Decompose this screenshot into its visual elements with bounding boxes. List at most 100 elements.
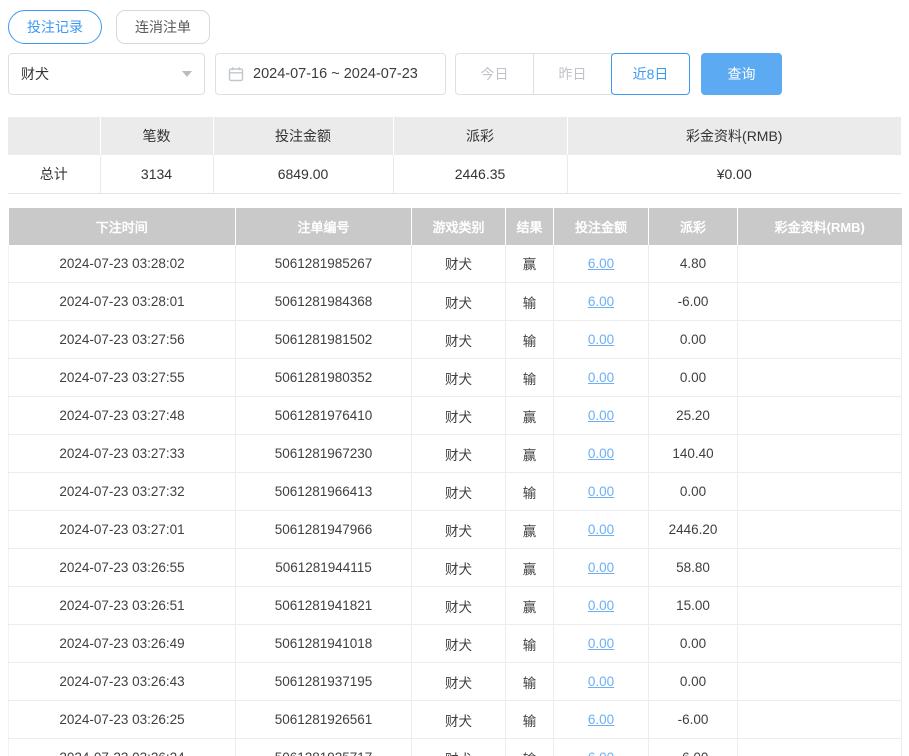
- today-button[interactable]: 今日: [455, 53, 534, 95]
- summary-total-bonus: ¥0.00: [567, 155, 901, 193]
- order-id: 5061281976410: [236, 397, 412, 435]
- table-row: 2024-07-23 03:26:55 5061281944115 财犬 赢 0…: [9, 549, 902, 587]
- records-header-bet-amount: 投注金额: [554, 208, 649, 245]
- bet-amount-link[interactable]: 6.00: [588, 712, 614, 727]
- game-type: 财犬: [412, 283, 506, 321]
- bet-amount-cell: 0.00: [554, 359, 649, 397]
- bet-amount-link[interactable]: 6.00: [588, 750, 614, 756]
- bet-amount-link[interactable]: 0.00: [588, 636, 614, 651]
- bet-amount-link[interactable]: 0.00: [588, 446, 614, 461]
- bet-amount-cell: 0.00: [554, 511, 649, 549]
- bet-amount-cell: 0.00: [554, 663, 649, 701]
- bet-amount-link[interactable]: 0.00: [588, 598, 614, 613]
- date-range-value: 2024-07-16 ~ 2024-07-23: [253, 66, 418, 82]
- game-type: 财犬: [412, 701, 506, 739]
- bet-amount-cell: 0.00: [554, 473, 649, 511]
- bet-time: 2024-07-23 03:27:56: [9, 321, 236, 359]
- bet-amount-link[interactable]: 0.00: [588, 484, 614, 499]
- bet-amount-cell: 0.00: [554, 587, 649, 625]
- payout: 15.00: [649, 587, 738, 625]
- bet-amount-cell: 6.00: [554, 245, 649, 283]
- bonus: [738, 245, 902, 283]
- summary-header-empty: [8, 117, 100, 155]
- result: 赢: [506, 435, 554, 473]
- bet-amount-cell: 6.00: [554, 739, 649, 756]
- bet-time: 2024-07-23 03:27:55: [9, 359, 236, 397]
- order-id: 5061281947966: [236, 511, 412, 549]
- query-button[interactable]: 查询: [701, 53, 782, 95]
- table-row: 2024-07-23 03:27:32 5061281966413 财犬 输 0…: [9, 473, 902, 511]
- order-id: 5061281944115: [236, 549, 412, 587]
- date-range-input[interactable]: 2024-07-16 ~ 2024-07-23: [215, 53, 446, 95]
- quick-range-group: 今日 昨日 近8日: [455, 53, 690, 95]
- bet-amount-cell: 0.00: [554, 435, 649, 473]
- game-select-value: 财犬: [21, 64, 49, 84]
- table-row: 2024-07-23 03:26:51 5061281941821 财犬 赢 0…: [9, 587, 902, 625]
- bet-time: 2024-07-23 03:28:02: [9, 245, 236, 283]
- result: 输: [506, 625, 554, 663]
- summary-header-payout: 派彩: [393, 117, 567, 155]
- table-row: 2024-07-23 03:26:24 5061281925717 财犬 输 6…: [9, 739, 902, 756]
- result: 赢: [506, 397, 554, 435]
- payout: 0.00: [649, 473, 738, 511]
- summary-total-count: 3134: [100, 155, 213, 193]
- order-id: 5061281925717: [236, 739, 412, 756]
- records-header-bonus: 彩金资料(RMB): [738, 208, 902, 245]
- bet-amount-link[interactable]: 0.00: [588, 370, 614, 385]
- bet-amount-link[interactable]: 0.00: [588, 522, 614, 537]
- bet-amount-link[interactable]: 6.00: [588, 294, 614, 309]
- yesterday-button[interactable]: 昨日: [533, 53, 612, 95]
- tab-cancelled-orders[interactable]: 连消注单: [116, 10, 210, 44]
- bonus: [738, 739, 902, 756]
- bet-amount-link[interactable]: 0.00: [588, 332, 614, 347]
- bet-amount-link[interactable]: 0.00: [588, 674, 614, 689]
- order-id: 5061281926561: [236, 701, 412, 739]
- table-row: 2024-07-23 03:28:01 5061281984368 财犬 输 6…: [9, 283, 902, 321]
- bet-time: 2024-07-23 03:27:01: [9, 511, 236, 549]
- table-row: 2024-07-23 03:27:33 5061281967230 财犬 赢 0…: [9, 435, 902, 473]
- summary-header-count: 笔数: [100, 117, 213, 155]
- records-header-game-type: 游戏类别: [412, 208, 506, 245]
- order-id: 5061281985267: [236, 245, 412, 283]
- game-select[interactable]: 财犬: [8, 53, 205, 95]
- bet-time: 2024-07-23 03:27:33: [9, 435, 236, 473]
- bonus: [738, 435, 902, 473]
- table-row: 2024-07-23 03:26:25 5061281926561 财犬 输 6…: [9, 701, 902, 739]
- bet-time: 2024-07-23 03:27:48: [9, 397, 236, 435]
- order-id: 5061281941821: [236, 587, 412, 625]
- records-header-time: 下注时间: [9, 208, 236, 245]
- bet-amount-link[interactable]: 6.00: [588, 256, 614, 271]
- bet-amount-link[interactable]: 0.00: [588, 408, 614, 423]
- result: 输: [506, 739, 554, 756]
- result: 赢: [506, 549, 554, 587]
- bonus: [738, 283, 902, 321]
- records-header-order-id: 注单编号: [236, 208, 412, 245]
- bet-amount-cell: 6.00: [554, 701, 649, 739]
- bet-time: 2024-07-23 03:26:51: [9, 587, 236, 625]
- bonus: [738, 701, 902, 739]
- game-type: 财犬: [412, 435, 506, 473]
- payout: 0.00: [649, 359, 738, 397]
- bet-amount-link[interactable]: 0.00: [588, 560, 614, 575]
- game-type: 财犬: [412, 397, 506, 435]
- bonus: [738, 397, 902, 435]
- tab-betting-records[interactable]: 投注记录: [8, 10, 102, 44]
- summary-header-bet-amount: 投注金额: [213, 117, 393, 155]
- records-header-row: 下注时间 注单编号 游戏类别 结果 投注金额 派彩 彩金资料(RMB): [9, 208, 902, 245]
- summary-total-bet-amount: 6849.00: [213, 155, 393, 193]
- order-id: 5061281980352: [236, 359, 412, 397]
- bonus: [738, 359, 902, 397]
- summary-header-row: 笔数 投注金额 派彩 彩金资料(RMB): [8, 117, 901, 155]
- table-row: 2024-07-23 03:27:56 5061281981502 财犬 输 0…: [9, 321, 902, 359]
- bet-amount-cell: 6.00: [554, 283, 649, 321]
- game-type: 财犬: [412, 245, 506, 283]
- result: 输: [506, 321, 554, 359]
- chevron-down-icon: [182, 71, 192, 77]
- betting-records-page: 投注记录 连消注单 财犬 2024-07-16 ~ 2024-07-23 今日 …: [0, 0, 909, 756]
- result: 赢: [506, 245, 554, 283]
- summary-header-bonus: 彩金资料(RMB): [567, 117, 901, 155]
- bonus: [738, 549, 902, 587]
- last-8-days-button[interactable]: 近8日: [611, 53, 690, 95]
- bet-time: 2024-07-23 03:26:43: [9, 663, 236, 701]
- records-header-payout: 派彩: [649, 208, 738, 245]
